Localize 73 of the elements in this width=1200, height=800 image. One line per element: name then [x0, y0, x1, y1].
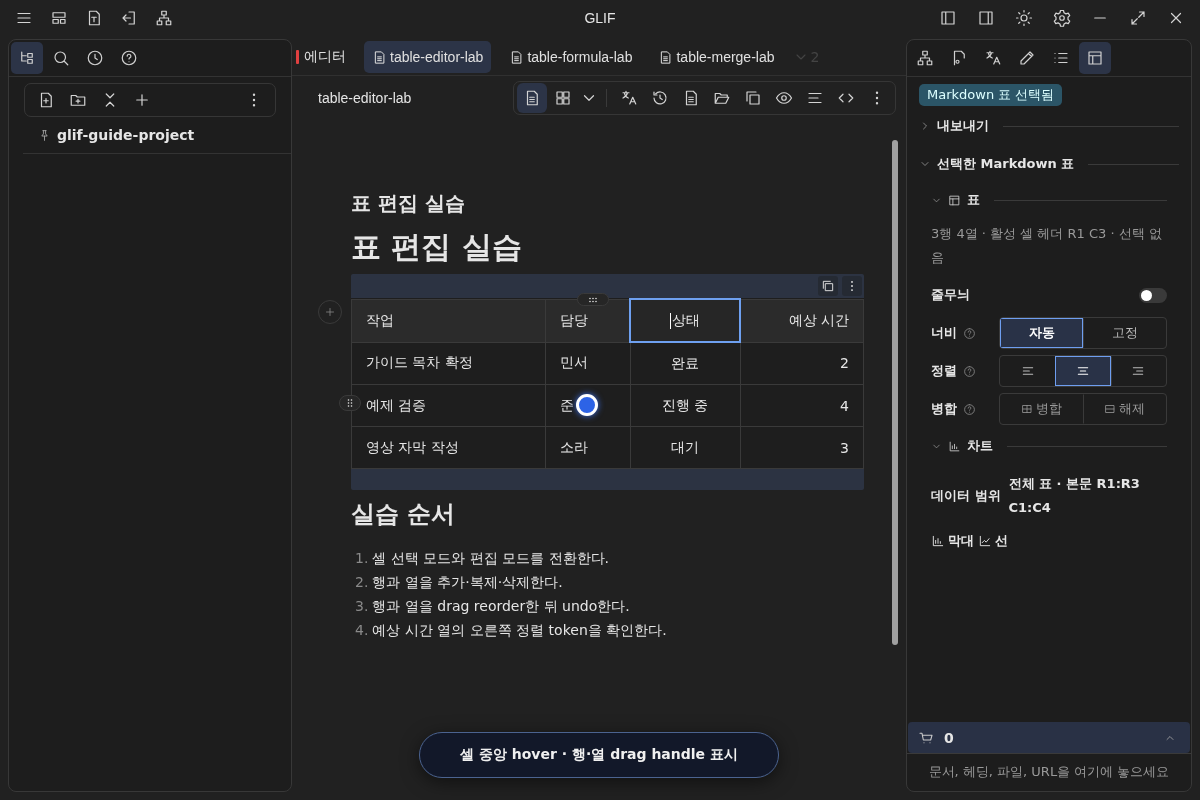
line-chart-icon: [978, 534, 992, 548]
field-label: 정렬: [931, 362, 957, 380]
table-icon[interactable]: [1079, 42, 1111, 74]
table-cell: 완료: [630, 342, 740, 385]
document-heading: 표 편집 실습: [351, 228, 523, 266]
document-title: table-editor-lab: [318, 90, 412, 106]
field-label: 너비: [931, 324, 957, 342]
list-item-text: 행과 열을 drag reorder한 뒤 undo한다.: [372, 598, 630, 616]
merge-button[interactable]: 병합: [1000, 394, 1083, 424]
table-cell: 영상 자막 작성: [351, 426, 546, 469]
document-icon: [658, 49, 674, 65]
range-value: 전체 표 · 본문 R1:R3 C1:C4: [1008, 475, 1141, 517]
more-icon[interactable]: [842, 276, 862, 296]
bar-chart-icon: [948, 439, 961, 453]
editor-tab[interactable]: table-formula-lab: [501, 41, 641, 73]
table-cell: 민서: [545, 342, 630, 385]
row-drag-handle[interactable]: [339, 395, 361, 411]
cart-count: 0: [944, 729, 954, 746]
copy-icon[interactable]: [818, 276, 838, 296]
drop-hint: 문서, 헤딩, 파일, URL을 여기에 놓으세요: [907, 753, 1191, 791]
table-header-cell[interactable]: 상태: [630, 299, 740, 342]
table-header-cell[interactable]: 예상 시간: [740, 299, 864, 342]
section-title[interactable]: 선택한 Markdown 표: [937, 155, 1075, 173]
split-icon: [1104, 403, 1116, 415]
section-title[interactable]: 내보내기: [937, 117, 989, 135]
segment-button[interactable]: 고정: [1083, 318, 1166, 348]
list-item-text: 예상 시간 열의 오른쪽 정렬 token을 확인한다.: [372, 622, 667, 640]
project-name[interactable]: glif-guide-project: [57, 127, 195, 143]
grid-icon: [1021, 403, 1033, 415]
document-icon: [509, 49, 525, 65]
list-number: 3.: [355, 598, 369, 616]
editor-tab[interactable]: table-editor-lab: [364, 41, 492, 73]
window-title: GLIF: [584, 10, 616, 26]
table-icon: [948, 193, 961, 207]
pin-icon: [38, 128, 51, 142]
chart-type-button[interactable]: 막대: [931, 532, 974, 550]
table-summary: 3행 4열 · 활성 셀 헤더 R1 C3 · 선택 없음: [931, 225, 1163, 267]
bar-chart-icon: [931, 534, 945, 548]
table-header-cell[interactable]: 작업: [351, 299, 546, 342]
file-tree-icon[interactable]: [11, 42, 43, 74]
subsection-title[interactable]: 표: [967, 191, 980, 209]
plus-icon: [324, 306, 336, 318]
table-cell: 대기: [630, 426, 740, 469]
merge-button[interactable]: 해제: [1083, 394, 1166, 424]
table-cell: 4: [740, 384, 864, 427]
status-badge: Markdown 표 선택됨: [919, 84, 1063, 106]
list-number: 1.: [355, 550, 369, 568]
list-item-text: 셀 선택 모드와 편집 모드를 전환한다.: [372, 550, 610, 568]
field-label: 데이터 범위: [931, 487, 1001, 505]
table-cell: 진행 중: [630, 384, 740, 427]
chart-type-button[interactable]: 선: [978, 532, 1008, 550]
heading: 표 편집 실습: [351, 190, 466, 217]
field-label: 줄무늬: [931, 286, 970, 304]
cart-bar[interactable]: 0: [908, 722, 1190, 753]
document-icon[interactable]: [517, 83, 547, 113]
table-cell: 3: [740, 426, 864, 469]
align-center-icon[interactable]: [1055, 356, 1111, 386]
list-number: 2.: [355, 574, 369, 592]
list-item-text: 행과 열을 추가·복제·삭제한다.: [372, 574, 563, 592]
document-icon: [372, 49, 387, 65]
table-cell: 가이드 목차 확정: [351, 342, 546, 385]
hint-button[interactable]: 셀 중앙 hover · 행·열 drag handle 표시: [419, 732, 779, 778]
section-heading: 실습 순서: [351, 499, 457, 530]
field-label: 병합: [931, 400, 957, 418]
editor-tab[interactable]: 에디터: [292, 41, 354, 73]
segment-button[interactable]: 자동: [1000, 318, 1083, 348]
table-cell: 소라: [545, 426, 630, 469]
list-number: 4.: [355, 622, 369, 640]
toggle-switch[interactable]: [1139, 287, 1167, 303]
column-drag-handle[interactable]: [577, 293, 609, 306]
subsection-title[interactable]: 차트: [967, 437, 993, 455]
table-cell: 2: [740, 342, 864, 385]
editor-tab[interactable]: table-merge-lab: [650, 41, 783, 73]
